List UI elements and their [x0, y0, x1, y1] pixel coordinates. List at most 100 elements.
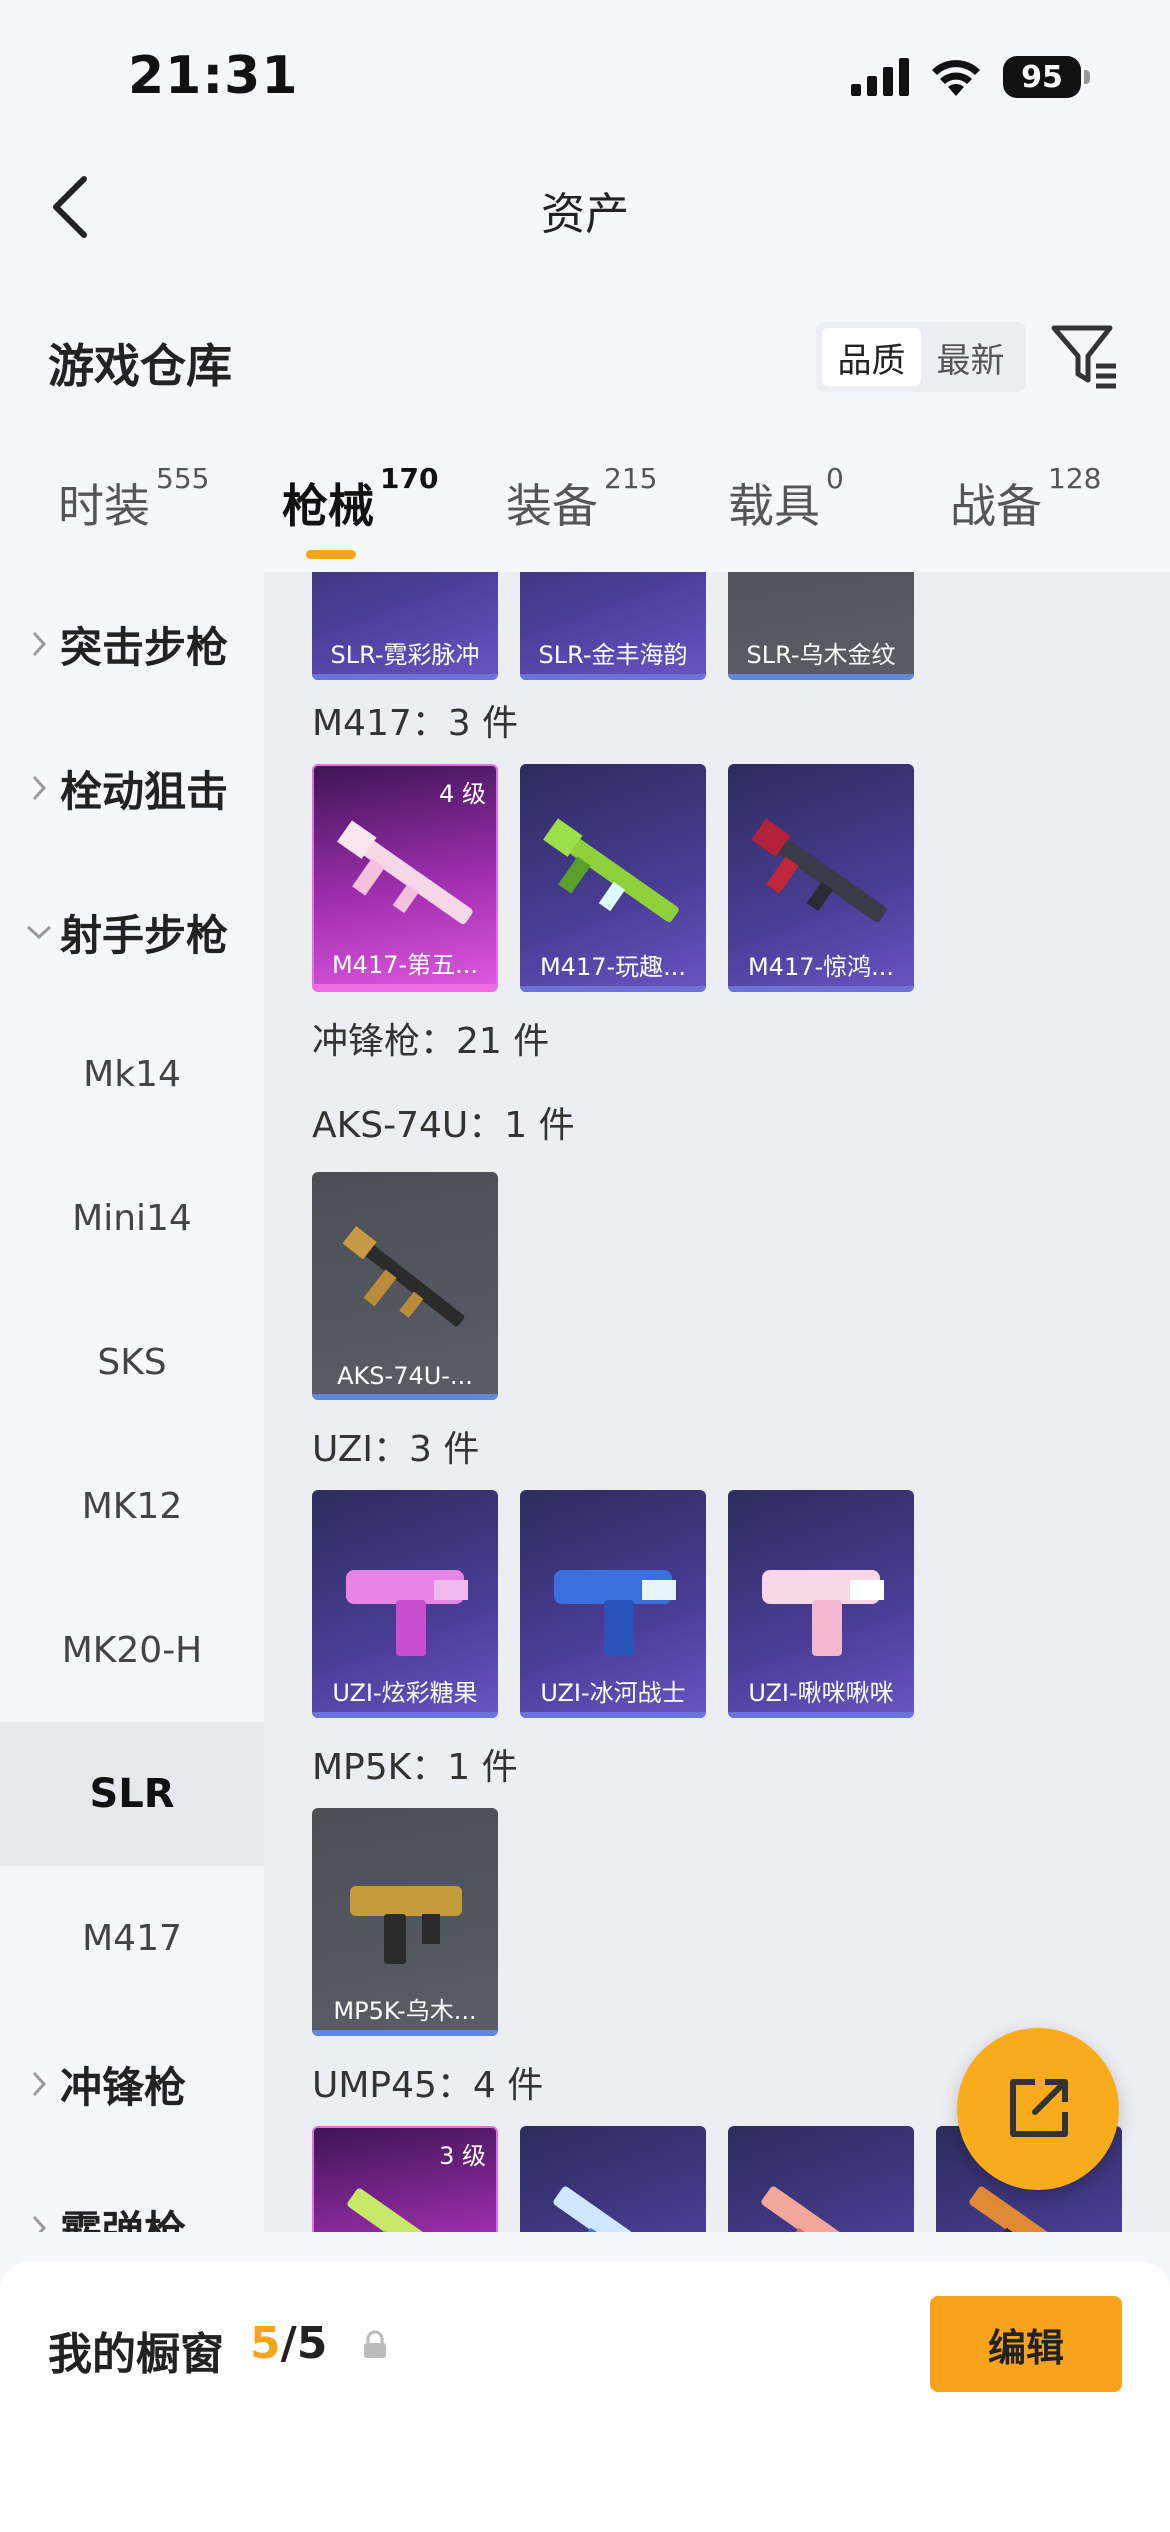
section-title-aks74u: AKS-74U：1 件: [312, 1105, 575, 1146]
weapon-level-badge: 4 级: [439, 780, 486, 808]
warehouse-header: 游戏仓库 品质 最新: [0, 300, 1170, 410]
sidebar-item-mini14[interactable]: Mini14: [0, 1146, 264, 1290]
share-button[interactable]: [957, 2028, 1119, 2190]
pistol-smg-icon: [346, 1570, 468, 1656]
weapon-card-label: SLR-乌木金纹: [746, 641, 896, 669]
weapon-card[interactable]: UZI-炫彩糖果: [312, 1490, 498, 1718]
chevron-down-icon: [24, 924, 54, 940]
sidebar-group-label: 突击步枪: [60, 622, 229, 672]
sidebar-item-mk14[interactable]: Mk14: [0, 1002, 264, 1146]
sidebar-group-marksman-rifle[interactable]: 射手步枪: [0, 882, 264, 982]
weapon-level-badge: 3 级: [439, 2142, 486, 2170]
nav-bar: 资产: [0, 150, 1170, 260]
weapon-card[interactable]: M417-玩趣...: [520, 764, 706, 992]
section-title-smg: 冲锋枪：21 件: [312, 1021, 550, 1062]
weapon-card[interactable]: SLR-乌木金纹: [728, 572, 914, 680]
sidebar-item-slr[interactable]: SLR: [0, 1722, 264, 1866]
weapon-card-label: M417-玩趣...: [539, 953, 687, 981]
sidebar-group-label: 冲锋枪: [60, 2062, 187, 2112]
sidebar-item-mk20h[interactable]: MK20-H: [0, 1578, 264, 1722]
tab-label: 装备: [506, 479, 598, 533]
weapon-card-label: SLR-金丰海韵: [538, 641, 688, 669]
chevron-right-icon: [24, 2070, 54, 2098]
sidebar-group-bolt-sniper[interactable]: 栓动狙击: [0, 738, 264, 838]
tab-label: 时装: [58, 479, 150, 533]
weapon-card-label: UZI-啾咪啾咪: [748, 1679, 894, 1707]
sidebar-group-label: 霰弹枪: [60, 2206, 187, 2233]
sidebar: 突击步枪 栓动狙击 射手步枪 Mk14 Mini14 SKS MK12 MK20…: [0, 572, 264, 2232]
warehouse-title: 游戏仓库: [48, 339, 232, 393]
section-title-m417: M417：3 件: [312, 703, 519, 744]
status-icons: 95: [851, 54, 1090, 100]
sort-quality-option[interactable]: 品质: [822, 328, 921, 386]
sidebar-group-label: 射手步枪: [60, 910, 229, 960]
page-title: 资产: [541, 189, 629, 240]
smg-icon: [347, 2188, 470, 2232]
tab-label: 载具: [728, 479, 820, 533]
sidebar-group-label: 栓动狙击: [60, 766, 229, 816]
weapon-card-label: SLR-霓彩脉冲: [330, 641, 480, 669]
tab-vehicles[interactable]: 载具0: [728, 462, 844, 536]
filter-button[interactable]: [1050, 322, 1120, 392]
sidebar-item-mk12[interactable]: MK12: [0, 1434, 264, 1578]
weapon-card[interactable]: UZI-啾咪啾咪: [728, 1490, 914, 1718]
edit-button[interactable]: 编辑: [930, 2296, 1122, 2392]
weapon-card[interactable]: SLR-霓彩脉冲: [312, 572, 498, 680]
battery-icon: 95: [1003, 56, 1090, 98]
weapon-card[interactable]: M417-惊鸿...: [728, 764, 914, 992]
filter-icon: [1051, 325, 1116, 389]
showcase-count: 5/5: [250, 2318, 327, 2369]
smg-icon: [342, 1226, 465, 1327]
lock-icon: [364, 2330, 386, 2358]
weapon-card[interactable]: 4 级 M417-第五...: [312, 764, 498, 992]
weapon-card[interactable]: MP5K-乌木...: [312, 1808, 498, 2036]
tab-equipment[interactable]: 装备215: [506, 462, 657, 536]
weapon-card-label: M417-惊鸿...: [747, 953, 895, 981]
pistol-smg-icon: [554, 1570, 676, 1656]
rifle-icon: [337, 820, 473, 925]
sidebar-group-shotgun[interactable]: 霰弹枪: [0, 2178, 264, 2232]
weapon-card[interactable]: [520, 2126, 706, 2232]
sidebar-group-smg[interactable]: 冲锋枪: [0, 2034, 264, 2134]
weapon-card[interactable]: [728, 2126, 914, 2232]
tab-label: 战备: [950, 479, 1042, 533]
section-title-mp5k: MP5K：1 件: [312, 1747, 518, 1788]
battery-level: 95: [1003, 56, 1081, 98]
sidebar-group-assault-rifle[interactable]: 突击步枪: [0, 594, 264, 694]
showcase-count-current: 5: [250, 2318, 281, 2369]
weapon-card[interactable]: UZI-冰河战士: [520, 1490, 706, 1718]
tab-count: 215: [604, 462, 658, 495]
sidebar-item-m417[interactable]: M417: [0, 1866, 264, 2010]
weapon-card[interactable]: AKS-74U-...: [312, 1172, 498, 1400]
tab-count: 555: [156, 462, 210, 495]
weapon-card-label: UZI-冰河战士: [540, 1679, 686, 1707]
showcase-panel: 我的橱窗 5/5 编辑: [0, 2262, 1170, 2532]
rifle-icon: [751, 818, 887, 923]
tab-firearms[interactable]: 枪械170: [282, 462, 438, 536]
weapon-card-label: MP5K-乌木...: [333, 1997, 477, 2025]
smg-icon: [761, 2186, 884, 2232]
smg-icon: [553, 2186, 676, 2232]
category-tabs: 时装555 枪械170 装备215 载具0 战备128: [0, 460, 1170, 572]
weapon-card-label: AKS-74U-...: [337, 1362, 473, 1390]
tab-indicator: [306, 550, 356, 559]
weapon-card-label: UZI-炫彩糖果: [332, 1679, 478, 1707]
chevron-right-icon: [24, 774, 54, 802]
pistol-smg-icon: [762, 1570, 884, 1656]
weapon-card[interactable]: SLR-金丰海韵: [520, 572, 706, 680]
signal-icon: [851, 58, 909, 96]
sort-toggle: 品质 最新: [816, 322, 1026, 392]
share-icon: [1010, 2079, 1068, 2137]
weapon-card[interactable]: 3 级: [312, 2126, 498, 2232]
rifle-icon: [543, 818, 679, 923]
showcase-title: 我的橱窗: [48, 2329, 224, 2380]
smg-icon: [350, 1886, 462, 1964]
sort-newest-option[interactable]: 最新: [921, 328, 1020, 386]
sidebar-item-sks[interactable]: SKS: [0, 1290, 264, 1434]
tab-supplies[interactable]: 战备128: [950, 462, 1101, 536]
chevron-right-icon: [24, 630, 54, 658]
status-time: 21:31: [128, 46, 299, 106]
tab-fashion[interactable]: 时装555: [58, 462, 209, 536]
showcase-count-total: /5: [280, 2318, 328, 2369]
tab-count: 128: [1048, 462, 1102, 495]
